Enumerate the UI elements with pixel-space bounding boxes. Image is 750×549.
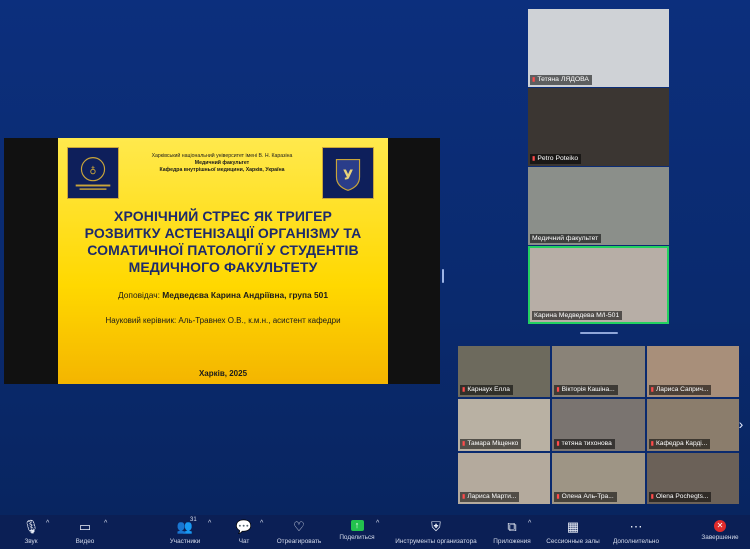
participant-tile[interactable]: ▮ Олена Аль-Тра... <box>552 452 645 504</box>
mic-muted-icon: ▮ <box>650 440 654 447</box>
university-logo-left: ♁ <box>67 147 119 199</box>
participant-name-label: ▮ тетяна тихонова <box>554 438 615 449</box>
more-button[interactable]: ⋯ Дополнительно <box>608 515 664 549</box>
participant-name-label: Медичний факультет <box>530 234 602 243</box>
mic-muted-icon: ▮ <box>532 156 536 162</box>
mic-muted-icon: ▮ <box>556 493 560 500</box>
chat-bubble-icon: 💬 <box>235 519 253 534</box>
supervisor-line: Науковий керівник: Аль-Травнех О.В., к.м… <box>105 316 341 325</box>
mic-muted-icon: ▮ <box>650 387 654 394</box>
participant-name-label: ▮ Тамара Міщенко <box>460 438 522 449</box>
participant-tile[interactable]: ▮ Кафедра Карді... <box>646 399 739 451</box>
share-screen-icon: ↑ <box>350 520 364 531</box>
camera-icon: ▭ <box>78 519 92 534</box>
close-icon: ✕ <box>714 520 726 532</box>
participants-count: 31 <box>190 517 197 523</box>
speaker-label: Доповідач: <box>117 290 160 300</box>
participant-name-label: ▮ Olena Pochegts... <box>648 491 712 502</box>
panel-resize-handle[interactable] <box>580 332 618 334</box>
microphone-icon: 🎙 <box>22 519 40 534</box>
chevron-up-icon[interactable]: ^ <box>528 520 531 527</box>
mic-muted-icon: ▮ <box>462 440 466 447</box>
participant-name-label: ▮ Petro Poteiko <box>530 154 582 164</box>
participant-tile[interactable]: ▮ Карнаух Елла <box>458 346 551 398</box>
participant-name-label: ▮ Лариса Марти... <box>460 491 520 502</box>
svg-text:♁: ♁ <box>89 165 96 176</box>
gallery-view: ▮ Карнаух Елла ▮ Вікторія Кашіна... ▮ Ларис… <box>458 346 739 504</box>
participant-tile[interactable]: Медичний факультет <box>528 167 669 245</box>
department-name: Кафедра внутрішньої медицини, Харків, Ук… <box>159 167 285 173</box>
mic-muted-icon: ▮ <box>532 77 536 83</box>
speaker-name: Медведєва Карина Андріївна, група 501 <box>162 290 328 300</box>
shared-screen: ♁ Харківський національний університет і… <box>4 138 440 384</box>
mic-muted-icon: ▮ <box>650 493 654 500</box>
participant-name-label: Карина Медведева М/I-501 <box>532 311 623 320</box>
share-screen-button[interactable]: ↑ Поделиться <box>334 515 380 549</box>
participants-button[interactable]: 👥 Участники <box>160 515 210 549</box>
chevron-up-icon[interactable]: ^ <box>208 520 211 527</box>
participant-tile[interactable]: ▮ Вікторія Кашіна... <box>552 346 645 398</box>
chat-button[interactable]: 💬 Чат <box>230 515 258 549</box>
audio-button[interactable]: 🎙 Звук <box>14 515 48 549</box>
participant-name-label: ▮ Вікторія Кашіна... <box>554 385 618 396</box>
chevron-up-icon[interactable]: ^ <box>376 520 379 527</box>
active-speaker-tile[interactable]: Карина Медведева М/I-501 <box>528 246 669 324</box>
participant-name-label: ▮ Тетяна ЛЯДОВА <box>530 75 592 85</box>
host-tools-button[interactable]: ⛨ Инструменты организатора <box>388 515 484 549</box>
grid-icon: ▦ <box>566 519 580 534</box>
participant-tile[interactable]: ▮ Лариса Марти... <box>458 452 551 504</box>
participant-name-label: ▮ Олена Аль-Тра... <box>554 491 617 502</box>
participant-tile[interactable]: ▮ тетяна тихонова <box>552 399 645 451</box>
split-view-handle[interactable] <box>442 269 444 283</box>
participant-tile[interactable]: ▮ Лариса Саприч... <box>646 346 739 398</box>
slide-title: ХРОНІЧНИЙ СТРЕС ЯК ТРИГЕР РОЗВИТКУ АСТЕН… <box>84 208 362 275</box>
chevron-up-icon[interactable]: ^ <box>46 520 49 527</box>
end-meeting-button[interactable]: ✕ Завершение <box>696 515 744 549</box>
video-button[interactable]: ▭ Видео <box>68 515 102 549</box>
participant-tile[interactable]: ▮ Тетяна ЛЯДОВА <box>528 9 669 87</box>
participant-tile[interactable]: ▮ Petro Poteiko <box>528 88 669 166</box>
participant-name-label: ▮ Лариса Саприч... <box>648 385 712 396</box>
speaker-line: Доповідач: Медведєва Карина Андріївна, г… <box>68 290 378 300</box>
meeting-toolbar: 🎙 Звук ^ ▭ Видео ^ 👥 Участники 31 ^ 💬 Ча… <box>0 515 750 549</box>
participant-tile[interactable]: ▮ Olena Pochegts... <box>646 452 739 504</box>
chevron-up-icon[interactable]: ^ <box>260 520 263 527</box>
presentation-slide: ♁ Харківський національний університет і… <box>58 138 388 384</box>
participant-name-label: ▮ Карнаух Елла <box>460 385 513 396</box>
react-button[interactable]: ♡ Отреагировать <box>272 515 326 549</box>
mic-muted-icon: ▮ <box>462 493 466 500</box>
participant-name-label: ▮ Кафедра Карді... <box>648 438 711 449</box>
chevron-right-icon[interactable]: › <box>735 414 747 434</box>
mic-muted-icon: ▮ <box>556 440 560 447</box>
people-icon: 👥 <box>176 519 194 534</box>
mic-muted-icon: ▮ <box>556 387 560 394</box>
university-header: Харківський національний університет іме… <box>126 153 318 174</box>
university-logo-right: У <box>322 147 374 199</box>
city-year: Харків, 2025 <box>198 369 248 378</box>
participant-tile[interactable]: ▮ Тамара Міщенко <box>458 399 551 451</box>
university-name: Харківський національний університет іме… <box>151 153 293 159</box>
svg-text:У: У <box>343 169 353 184</box>
breakout-rooms-button[interactable]: ▦ Сессионные залы <box>540 515 606 549</box>
more-icon: ⋯ <box>629 519 643 534</box>
shield-icon: ⛨ <box>431 519 441 534</box>
mic-muted-icon: ▮ <box>462 387 466 394</box>
faculty-name: Медичний факультет <box>194 160 250 166</box>
heart-icon: ♡ <box>293 519 305 534</box>
chevron-up-icon[interactable]: ^ <box>104 520 107 527</box>
